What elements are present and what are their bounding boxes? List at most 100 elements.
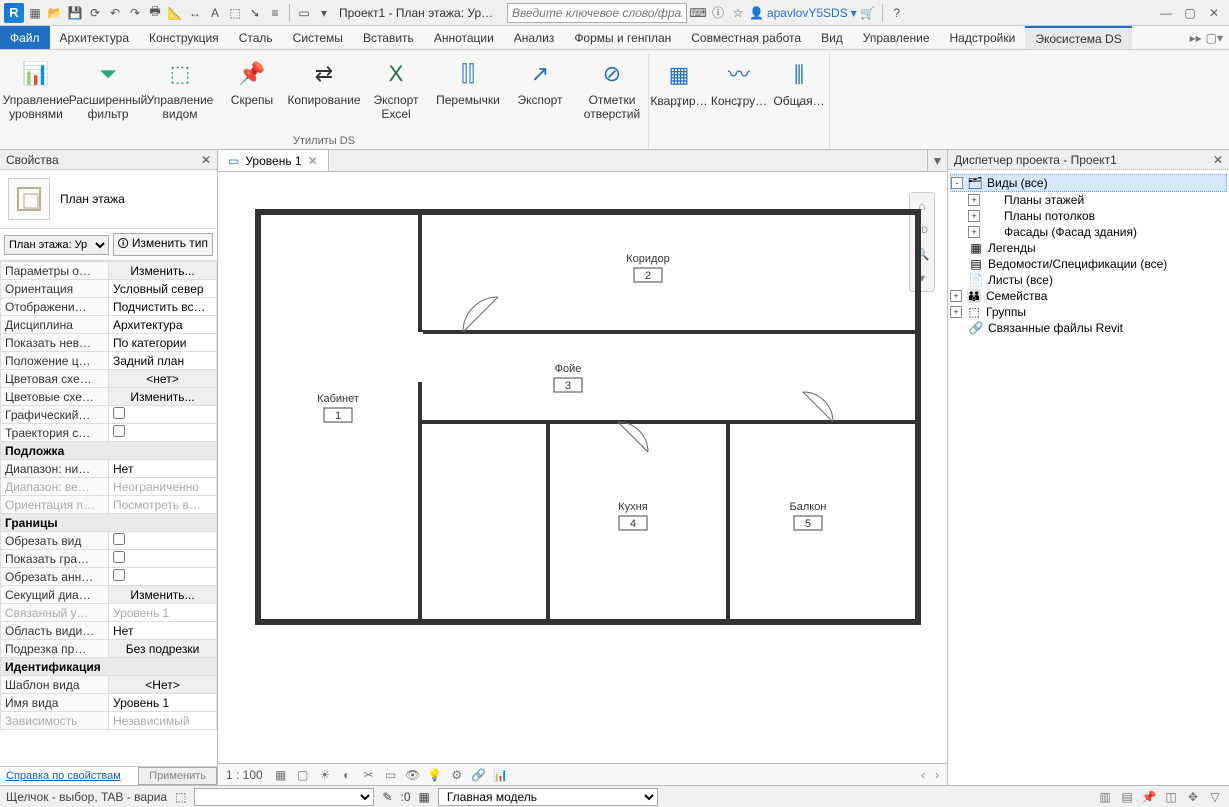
reveal-icon[interactable]: ⚙ — [449, 767, 465, 783]
prop-btn-0[interactable]: Изменить... — [109, 262, 217, 280]
edit-type-button[interactable]: 🛈 Изменить тип — [113, 233, 213, 256]
tree-node-7[interactable]: +👪Семейства — [950, 288, 1227, 304]
ribbon-btn-3[interactable]: 📌Скрепы — [216, 54, 288, 112]
menu-item-7[interactable]: Анализ — [504, 26, 565, 49]
keyboard-icon[interactable]: ⌨ — [689, 4, 707, 22]
editable-icon[interactable]: ✎ — [382, 790, 392, 804]
menu-item-13[interactable]: Экосистема DS — [1025, 26, 1131, 49]
shadows-icon[interactable]: ◐ — [339, 767, 355, 783]
properties-help-link[interactable]: Справка по свойствам — [0, 767, 138, 785]
tree-expander[interactable]: + — [950, 306, 962, 318]
drawing-canvas[interactable]: ⌂ 2D 🔍 ▾ — [218, 172, 947, 763]
ribbon-btn-5[interactable]: XЭкспортExcel — [360, 54, 432, 126]
view-tab-close-icon[interactable]: ✕ — [308, 154, 318, 168]
tree-node-3[interactable]: +Фасады (Фасад здания) — [950, 224, 1227, 240]
menu-item-6[interactable]: Аннотации — [424, 26, 504, 49]
maximize-button[interactable]: ▢ — [1179, 4, 1201, 22]
text-icon[interactable]: A — [206, 4, 224, 22]
redo-icon[interactable]: ↷ — [126, 4, 144, 22]
tree-node-6[interactable]: 📄Листы (все) — [950, 272, 1227, 288]
model-selector[interactable]: Главная модель — [438, 788, 658, 806]
select-face-icon[interactable]: ◫ — [1163, 789, 1179, 805]
tree-node-4[interactable]: ▦Легенды — [950, 240, 1227, 256]
undo-icon[interactable]: ↶ — [106, 4, 124, 22]
instance-selector[interactable]: План этажа: Ур — [4, 235, 109, 255]
sync-icon[interactable]: ⟳ — [86, 4, 104, 22]
menu-item-8[interactable]: Формы и генплан — [564, 26, 681, 49]
tree-expander[interactable]: + — [968, 194, 980, 206]
prop-val-5[interactable]: Задний план — [109, 352, 217, 370]
drag-icon[interactable]: ✥ — [1185, 789, 1201, 805]
star-icon[interactable]: ☆ — [729, 4, 747, 22]
select-links-icon[interactable]: ▥ — [1097, 789, 1113, 805]
tree-expander[interactable]: - — [951, 177, 963, 189]
ribbon-btn-0[interactable]: 📊Управлениеуровнями — [0, 54, 72, 126]
status-icon[interactable]: ⬚ — [175, 790, 186, 804]
view-tab-active[interactable]: ▭ Уровень 1 ✕ — [218, 150, 329, 171]
tree-node-5[interactable]: ▤Ведомости/Спецификации (все) — [950, 256, 1227, 272]
prop-btn-18[interactable]: Изменить... — [109, 586, 217, 604]
info-icon[interactable]: ⓘ — [709, 4, 727, 22]
prop-val-20[interactable]: Нет — [109, 622, 217, 640]
prop-btn-23[interactable]: <Нет> — [109, 676, 217, 694]
visual-style-icon[interactable]: ▢ — [295, 767, 311, 783]
tree-expander[interactable]: + — [950, 290, 962, 302]
prop-val-12[interactable]: Неограниченно — [109, 478, 217, 496]
menu-item-9[interactable]: Совместная работа — [681, 26, 811, 49]
ribbon-panel-0[interactable]: ▦Квартир…▾ — [649, 54, 709, 114]
menu-item-1[interactable]: Архитектура — [50, 26, 140, 49]
prop-btn-7[interactable]: Изменить... — [109, 388, 217, 406]
scale-label[interactable]: 1 : 100 — [226, 768, 263, 782]
filter-sb-icon[interactable]: ▽ — [1207, 789, 1223, 805]
window-icon[interactable]: ▭ — [295, 4, 313, 22]
prop-val-25[interactable]: Независимый — [109, 712, 217, 730]
prop-val-11[interactable]: Нет — [109, 460, 217, 478]
prop-val-13[interactable]: Посмотреть в… — [109, 496, 217, 514]
hide-icon[interactable]: 👁 — [405, 767, 421, 783]
switch-icon[interactable]: ▾ — [315, 4, 333, 22]
tree-node-0[interactable]: -🗂Виды (все) — [950, 174, 1227, 192]
minimize-button[interactable]: — — [1155, 4, 1177, 22]
user-menu[interactable]: 👤 apavlovY5SDS ▾ — [749, 6, 857, 20]
view-tabs-dropdown-icon[interactable]: ▼ — [927, 150, 947, 171]
menu-item-3[interactable]: Сталь — [229, 26, 283, 49]
nav-icon[interactable]: ➘ — [246, 4, 264, 22]
close-button[interactable]: ✕ — [1203, 4, 1225, 22]
analytical-icon[interactable]: 📊 — [493, 767, 509, 783]
prop-val-24[interactable]: Уровень 1 — [109, 694, 217, 712]
project-browser-tree[interactable]: -🗂Виды (все)+Планы этажей+Планы потолков… — [948, 170, 1229, 785]
prop-val-4[interactable]: По категории — [109, 334, 217, 352]
ribbon-btn-8[interactable]: ⊘Отметкиотверстий — [576, 54, 648, 126]
open-icon[interactable]: 📂 — [46, 4, 64, 22]
prop-check-9[interactable] — [113, 425, 125, 437]
cube-icon[interactable]: ⬚ — [226, 4, 244, 22]
ribbon-collapse-icon[interactable]: ▸▸ — [1190, 31, 1202, 45]
ribbon-btn-1[interactable]: ⏷Расширенныйфильтр — [72, 54, 144, 126]
help-icon[interactable]: ? — [888, 4, 906, 22]
measure-icon[interactable]: 📐 — [166, 4, 184, 22]
ribbon-btn-6[interactable]: ⫿⫿Перемычки — [432, 54, 504, 112]
ribbon-panel-2[interactable]: ⫼Общая…▾ — [769, 54, 829, 114]
ribbon-btn-4[interactable]: ⇄Копирование — [288, 54, 360, 112]
ribbon-btn-7[interactable]: ↗Экспорт — [504, 54, 576, 112]
ribbon-btn-2[interactable]: ⬚Управлениевидом — [144, 54, 216, 126]
prop-val-2[interactable]: Подчистить вс… — [109, 298, 217, 316]
tree-node-2[interactable]: +Планы потолков — [950, 208, 1227, 224]
prop-val-1[interactable]: Условный север — [109, 280, 217, 298]
crop-region-icon[interactable]: ▭ — [383, 767, 399, 783]
constraints-icon[interactable]: 🔗 — [471, 767, 487, 783]
properties-grid[interactable]: Параметры о…Изменить...ОриентацияУсловны… — [0, 261, 217, 766]
view-status-chevrons[interactable]: ‹ › — [921, 768, 939, 782]
menu-item-0[interactable]: Файл — [0, 26, 50, 49]
menu-item-11[interactable]: Управление — [853, 26, 940, 49]
cart-icon[interactable]: 🛒 — [859, 4, 877, 22]
apply-button[interactable]: Применить — [138, 767, 217, 785]
lightbulb-icon[interactable]: 💡 — [427, 767, 443, 783]
menu-item-10[interactable]: Вид — [811, 26, 853, 49]
prop-check-15[interactable] — [113, 533, 125, 545]
filter-icon[interactable]: ≡ — [266, 4, 284, 22]
menu-item-5[interactable]: Вставить — [353, 26, 424, 49]
print-icon[interactable]: 🖶 — [146, 4, 164, 22]
select-pinned-icon[interactable]: 📌 — [1141, 789, 1157, 805]
search-input[interactable] — [507, 3, 687, 23]
